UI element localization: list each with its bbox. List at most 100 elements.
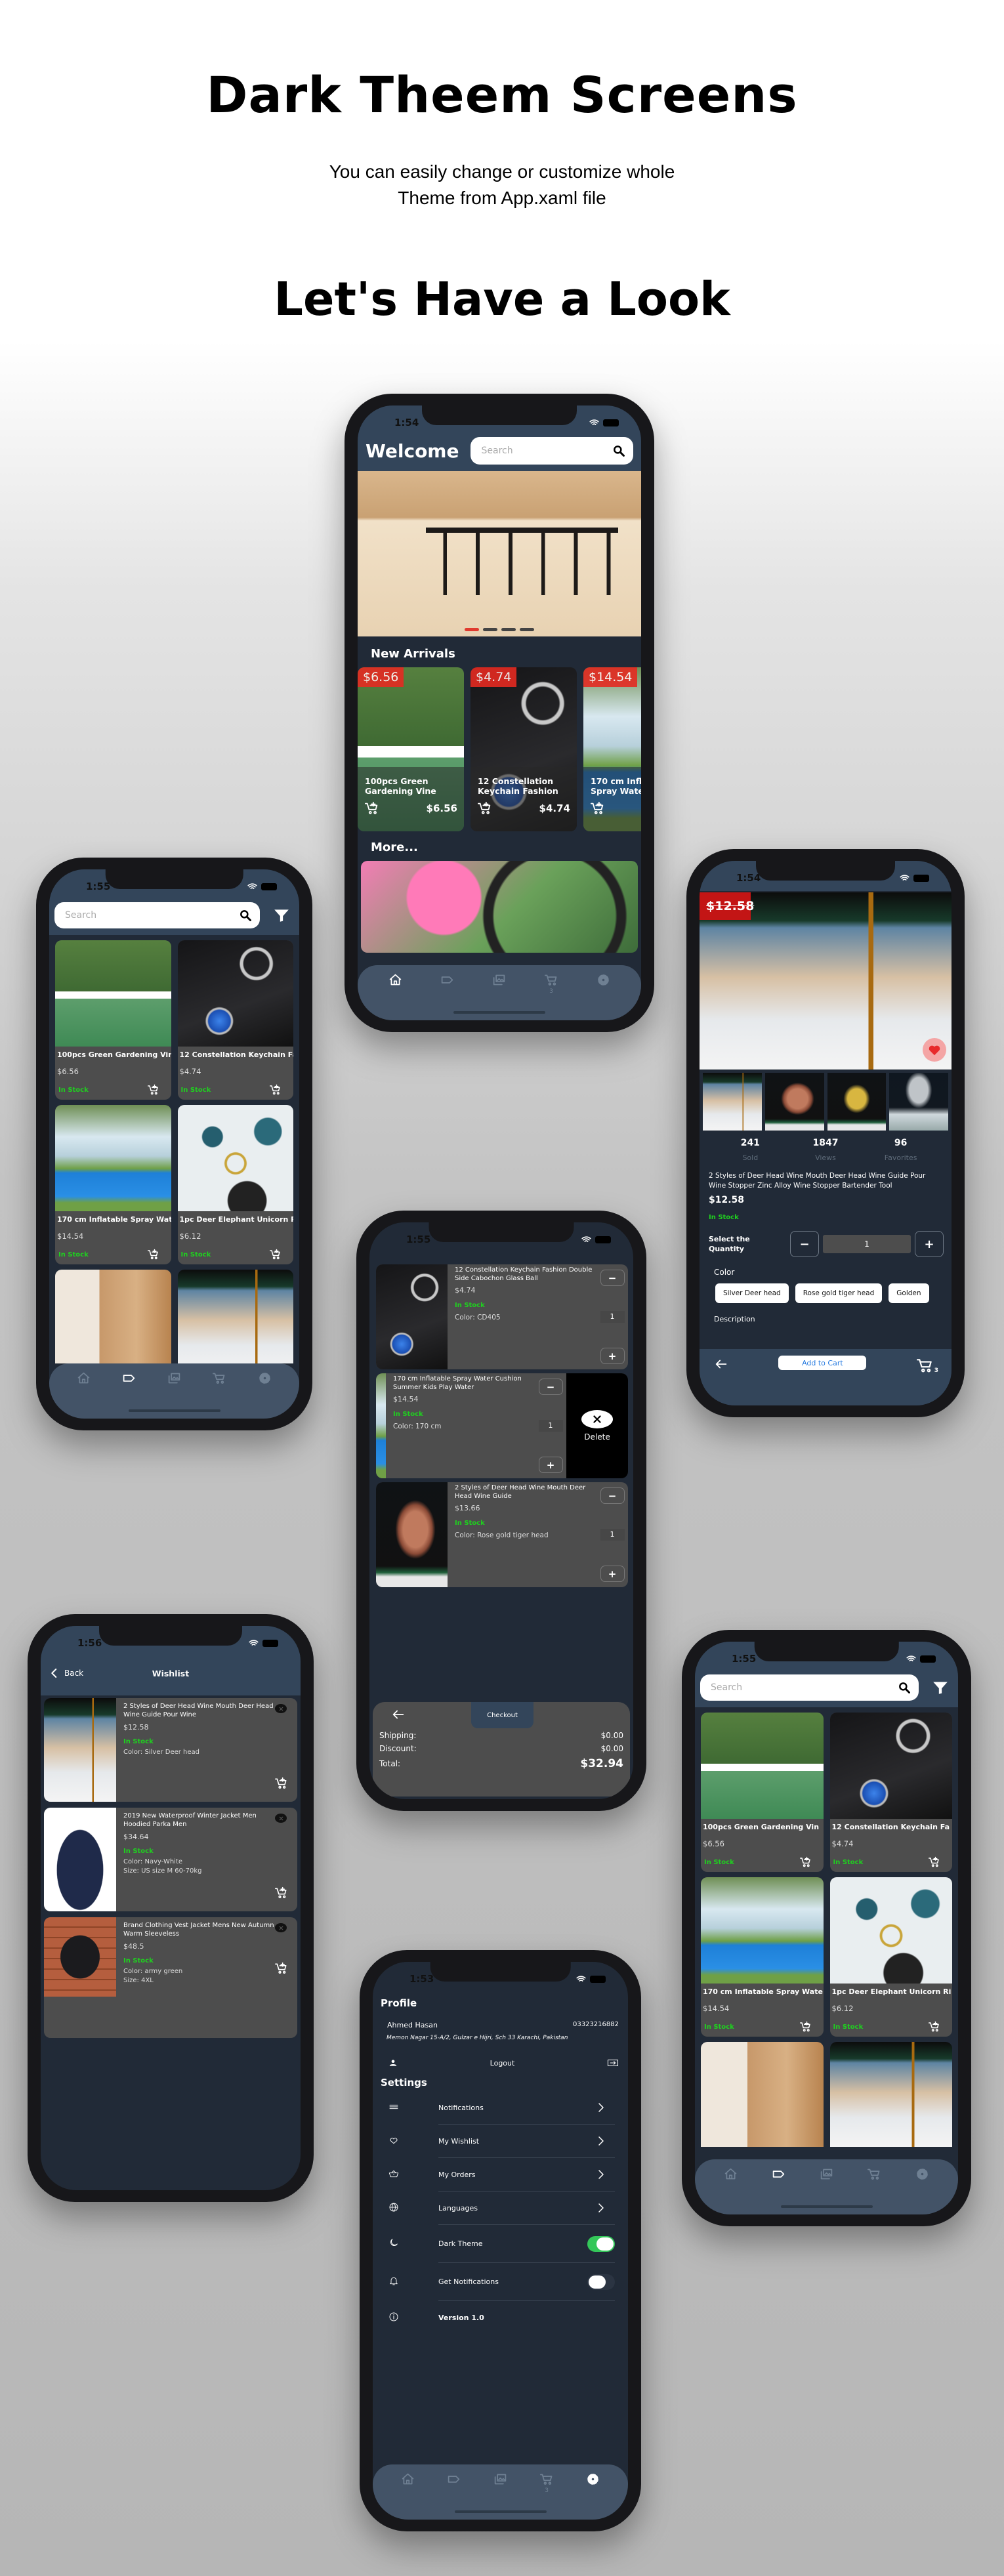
- cart-icon[interactable]: [916, 1357, 934, 1374]
- arrival-card[interactable]: $6.56 100pcs Green Gardening Vine $6.56: [358, 667, 464, 831]
- decrease-button[interactable]: −: [600, 1487, 625, 1504]
- cart-plus-icon[interactable]: [365, 801, 379, 816]
- cart-plus-icon[interactable]: [275, 1962, 288, 1975]
- settings-item[interactable]: Languages: [373, 2192, 628, 2225]
- tag-icon[interactable]: [440, 973, 454, 987]
- quantity-value[interactable]: 1: [823, 1235, 911, 1253]
- tab-categories[interactable]: [766, 2167, 792, 2181]
- carousel-dot[interactable]: [483, 628, 497, 631]
- product-card[interactable]: 170 cm Inflatable Spray Wate $14.54 In Sto…: [55, 1105, 171, 1264]
- settings-item[interactable]: Get Notifications: [373, 2263, 628, 2301]
- arrival-card[interactable]: $4.74 12 Constellation Keychain Fashion $4.…: [471, 667, 577, 831]
- cart-plus-icon[interactable]: [270, 1249, 282, 1260]
- add-to-cart-button[interactable]: [275, 1962, 288, 1978]
- cart-item[interactable]: 12 Constellation Keychain Fashion Double…: [376, 1264, 628, 1369]
- tab-categories[interactable]: [434, 973, 461, 987]
- carousel-dot[interactable]: [501, 628, 516, 631]
- decrease-button[interactable]: −: [600, 1270, 625, 1286]
- increase-button[interactable]: +: [600, 1348, 625, 1364]
- product-card[interactable]: 12 Constellation Keychain Fa $4.74 In Stoc…: [829, 1713, 952, 1872]
- tab-gallery[interactable]: [487, 2472, 513, 2486]
- cart-plus-icon[interactable]: [929, 1856, 940, 1868]
- thumbnail[interactable]: [827, 1073, 887, 1131]
- search-icon[interactable]: [898, 1681, 911, 1694]
- gallery-icon[interactable]: [167, 1371, 181, 1385]
- gear-icon[interactable]: [258, 1371, 272, 1385]
- tab-settings[interactable]: [252, 1371, 278, 1385]
- carousel-dot[interactable]: [520, 628, 534, 631]
- heart-icon[interactable]: [927, 1043, 942, 1057]
- add-to-cart-button[interactable]: [275, 1777, 288, 1793]
- remove-button[interactable]: [275, 1704, 287, 1713]
- cart-plus-icon[interactable]: [929, 2021, 940, 2033]
- gallery-icon[interactable]: [492, 973, 506, 987]
- increase-button[interactable]: +: [538, 1457, 563, 1473]
- cart-plus-icon[interactable]: [147, 1249, 159, 1260]
- tab-home[interactable]: [383, 973, 409, 987]
- cart-plus-icon[interactable]: [275, 1777, 288, 1790]
- color-option[interactable]: Rose gold tiger head: [795, 1283, 883, 1303]
- thumbnail[interactable]: [764, 1073, 824, 1131]
- thumbnail[interactable]: [703, 1073, 762, 1131]
- home-icon[interactable]: [724, 2167, 738, 2181]
- search-input[interactable]: Search: [700, 1674, 919, 1701]
- setting-toggle[interactable]: [587, 2274, 615, 2290]
- chevron-right-icon[interactable]: [595, 2102, 607, 2113]
- cart-plus-icon[interactable]: [591, 801, 605, 816]
- wishlist-item[interactable]: Brand Clothing Vest Jacket Mens New Autu…: [44, 1917, 297, 2038]
- tab-gallery[interactable]: [161, 1371, 188, 1385]
- tab-cart[interactable]: [862, 2167, 888, 2181]
- back-arrow-icon[interactable]: [391, 1707, 406, 1722]
- back-button[interactable]: Back: [49, 1667, 83, 1679]
- settings-item[interactable]: Notifications: [373, 2091, 628, 2125]
- cart-plus-icon[interactable]: [275, 1886, 288, 1900]
- cart-plus-icon[interactable]: [147, 1084, 159, 1096]
- search-icon[interactable]: [612, 444, 625, 457]
- cart-plus-icon[interactable]: [478, 801, 492, 816]
- remove-button[interactable]: [275, 1814, 287, 1823]
- chevron-right-icon[interactable]: [595, 2169, 607, 2180]
- description-header[interactable]: Description: [700, 1303, 952, 1327]
- settings-item[interactable]: My Orders: [373, 2158, 628, 2192]
- color-option[interactable]: Golden: [889, 1283, 929, 1303]
- search-placeholder[interactable]: Search: [65, 910, 239, 921]
- decrease-button[interactable]: −: [538, 1379, 563, 1395]
- cart-icon[interactable]: [868, 2167, 881, 2181]
- delete-button[interactable]: Delete: [566, 1373, 628, 1478]
- home-icon[interactable]: [401, 2472, 415, 2486]
- home-icon[interactable]: [388, 973, 402, 987]
- search-placeholder[interactable]: Search: [711, 1682, 898, 1693]
- tab-gallery[interactable]: [814, 2167, 840, 2181]
- filter-icon[interactable]: [932, 1679, 949, 1696]
- carousel-dot[interactable]: [465, 628, 479, 631]
- thumbnail[interactable]: [889, 1073, 948, 1131]
- cart-plus-icon[interactable]: [799, 2021, 812, 2033]
- tag-icon[interactable]: [122, 1371, 136, 1385]
- arrival-card[interactable]: $14.54 170 cm InflatableSpray Water: [583, 667, 641, 831]
- add-to-cart-button[interactable]: Add to Cart: [778, 1356, 867, 1370]
- logout-icon[interactable]: [607, 2057, 619, 2069]
- chevron-right-icon[interactable]: [595, 2202, 607, 2214]
- cart-plus-icon[interactable]: [799, 1856, 812, 1868]
- close-icon[interactable]: [278, 1816, 284, 1821]
- tab-categories[interactable]: [116, 1371, 142, 1385]
- increase-button[interactable]: +: [915, 1231, 944, 1257]
- product-card[interactable]: 170 cm Inflatable Spray Wate $14.54 In Sto…: [701, 1877, 824, 2037]
- chevron-right-icon[interactable]: [595, 2135, 607, 2147]
- wishlist-item[interactable]: 2 Styles of Deer Head Wine Mouth Deer He…: [44, 1698, 297, 1802]
- tab-cart[interactable]: 3: [533, 2472, 560, 2494]
- tab-gallery[interactable]: [486, 973, 512, 987]
- cart-icon[interactable]: [213, 1371, 226, 1385]
- product-image[interactable]: [55, 1270, 171, 1363]
- settings-item[interactable]: My Wishlist: [373, 2125, 628, 2158]
- gallery-icon[interactable]: [493, 2472, 507, 2486]
- gallery-icon[interactable]: [820, 2167, 833, 2181]
- product-card[interactable]: 1pc Deer Elephant Unicorn Ri $6.12 In Stoc…: [177, 1105, 293, 1264]
- cart-icon[interactable]: [544, 973, 558, 987]
- chevron-left-icon[interactable]: [49, 1667, 60, 1679]
- product-image[interactable]: [177, 1270, 293, 1363]
- cart-icon[interactable]: [539, 2472, 554, 2486]
- color-option[interactable]: Silver Deer head: [715, 1283, 789, 1303]
- gear-icon[interactable]: [915, 2167, 929, 2181]
- gear-icon[interactable]: [586, 2472, 600, 2486]
